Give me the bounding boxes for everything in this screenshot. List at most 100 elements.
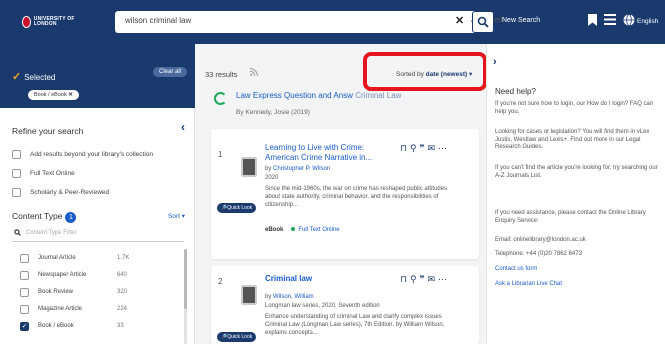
result-meta: Longman law series, 2020, Seventh editio…	[265, 303, 380, 309]
content-type-badge: 1	[65, 212, 77, 223]
author-link[interactable]: Christopher P. Wilson	[273, 166, 330, 172]
email-icon[interactable]: ✉	[427, 143, 438, 153]
checkbox-journal-article[interactable]	[20, 254, 29, 263]
content-type-title[interactable]: Content Type 1	[12, 211, 77, 223]
live-chat-link[interactable]: Ask a Librarian Live Chat	[495, 281, 663, 289]
author-link[interactable]: Wilson, William	[273, 294, 314, 300]
result-year: 2020	[265, 175, 279, 181]
link-icon[interactable]: ⚲	[410, 143, 420, 153]
help-journals-text: If you can't find the article you're loo…	[495, 165, 658, 179]
book-thumbnail[interactable]	[241, 157, 257, 177]
result-description: Since the mid-1960s, the war on crime ha…	[265, 186, 448, 208]
loading-spinner-icon	[214, 92, 227, 105]
check-icon: ✓	[12, 71, 22, 83]
top-navigation-bar: UNIVERSITY OF LONDON wilson criminal law…	[0, 0, 665, 44]
result-number: 1	[218, 150, 223, 159]
new-search-link[interactable]: New Search	[502, 17, 540, 24]
help-phone: Telephone: +44 (0)20 7862 8473	[495, 251, 582, 257]
refine-sidebar: ✓ Selected Clear all Book / eBook ✕ Refin…	[0, 44, 195, 344]
content-type-label: Journal Article	[38, 255, 76, 261]
result-format: eBook Full Text Online	[265, 227, 340, 233]
checkbox-full-text[interactable]	[12, 169, 21, 178]
university-logo[interactable]: UNIVERSITY OF LONDON	[22, 15, 78, 29]
contact-us-label: Contact us form	[495, 266, 538, 272]
bookmark-icon[interactable]: ⊓	[400, 143, 410, 153]
clear-all-button[interactable]: Clear all	[153, 67, 188, 77]
language-selector[interactable]: English	[637, 18, 658, 25]
availability-dot-icon	[291, 227, 296, 232]
help-assistance-text: If you need assistance, please contact t…	[495, 210, 646, 224]
law-express-link[interactable]: Law Express Question and Answ Criminal L…	[236, 91, 401, 100]
selected-filter-chip[interactable]: Book / eBook ✕	[28, 90, 79, 100]
selected-label: Selected	[24, 73, 56, 82]
quick-look-label: Quick Look	[227, 334, 253, 340]
result-title-link[interactable]: Criminal law	[265, 274, 312, 284]
selected-header: ✓ Selected	[12, 70, 55, 83]
more-icon[interactable]: ⋯	[438, 274, 450, 284]
result-card: 1 🔎Quick Look Learning to Live with Crim…	[211, 129, 479, 259]
sort-dropdown[interactable]: Sort ▾	[168, 212, 185, 220]
contact-us-link[interactable]: Contact us form	[495, 266, 663, 274]
result-title-line: American Crime Narrative in...	[265, 152, 373, 162]
book-thumbnail[interactable]	[241, 285, 257, 305]
content-type-filter-input[interactable]: Content Type Filter	[12, 228, 184, 242]
highlight-annotation-box	[363, 52, 487, 91]
checkbox-beyond-collection[interactable]	[12, 150, 21, 159]
help-login-text: If you're not sure how to login, our How…	[495, 101, 654, 115]
selected-filters-panel: ✓ Selected Clear all Book / eBook ✕	[0, 44, 195, 108]
checkbox-magazine-article[interactable]	[20, 305, 29, 314]
content-type-count: 320	[117, 289, 128, 295]
by-prefix: by	[265, 294, 272, 300]
result-number: 2	[218, 277, 223, 286]
collapse-chevron-icon[interactable]: ‹	[181, 120, 185, 134]
search-icon	[477, 16, 489, 28]
filter-scrollbar-thumb[interactable]	[184, 249, 187, 309]
search-input[interactable]: wilson criminal law ✕ Advanced	[115, 11, 502, 33]
content-type-label: Book Review	[38, 289, 74, 295]
chip-label: Book / eBook	[34, 92, 67, 98]
more-icon[interactable]: ⋯	[438, 143, 450, 153]
crest-icon	[22, 16, 31, 28]
checkbox-peer-reviewed[interactable]	[12, 188, 21, 197]
checkbox-newspaper-article[interactable]	[20, 271, 29, 280]
full-text-link[interactable]: Full Text Online	[298, 227, 339, 233]
content-type-count: 224	[117, 306, 128, 312]
checkbox-book-review[interactable]	[20, 288, 29, 297]
help-email: Email: onlinelibrary@london.ac.uk	[495, 237, 586, 243]
search-button[interactable]	[472, 11, 494, 33]
refine-title: Refine your search	[12, 126, 84, 136]
bookmark-icon[interactable]	[588, 14, 597, 29]
chevron-right-icon[interactable]: ›	[493, 56, 497, 68]
result-author: by Christopher P. Wilson	[265, 166, 330, 172]
remove-chip-icon[interactable]: ✕	[68, 92, 73, 98]
content-type-count: 33	[117, 323, 124, 329]
result-description: Enhance understanding of criminal Law an…	[265, 314, 445, 336]
globe-icon[interactable]	[623, 14, 635, 29]
content-type-label: Content Type	[12, 211, 63, 221]
search-query[interactable]: wilson criminal law	[125, 16, 191, 25]
result-title-link[interactable]: Learning to Live with Crime: American Cri…	[265, 143, 372, 162]
bookmark-icon[interactable]: ⊓	[400, 274, 410, 284]
rss-icon[interactable]	[249, 68, 258, 78]
option-label: Add results beyond your library's collec…	[30, 151, 153, 158]
result-title-line: Learning to Live with Crime:	[265, 143, 365, 152]
link-icon[interactable]: ⚲	[410, 274, 420, 284]
option-label: Full Text Online	[30, 170, 75, 177]
clear-search-icon[interactable]: ✕	[455, 14, 464, 27]
menu-icon[interactable]	[604, 14, 616, 28]
content-type-label: Book / eBook	[38, 323, 74, 329]
quick-look-button[interactable]: 🔎Quick Look	[217, 203, 257, 213]
search-icon	[14, 229, 21, 238]
content-type-label: Newspaper Article	[38, 272, 87, 278]
checkbox-book-ebook[interactable]: ✓	[20, 322, 29, 331]
sort-label: Sort	[168, 213, 180, 220]
by-prefix: by	[265, 166, 272, 172]
quick-look-button[interactable]: 🔎Quick Look	[217, 332, 257, 342]
quick-look-label: Quick Look	[227, 205, 253, 211]
law-express-author: By Kennedy, Josie (2019)	[236, 109, 310, 116]
content-type-count: 640	[117, 272, 128, 278]
logo-text: UNIVERSITY OF LONDON	[33, 16, 75, 27]
email-icon[interactable]: ✉	[427, 274, 438, 284]
option-label: Scholarly & Peer-Reviewed	[30, 189, 110, 196]
result-card: 2 🔎Quick Look Criminal law by Wilson, Wi…	[211, 266, 479, 344]
